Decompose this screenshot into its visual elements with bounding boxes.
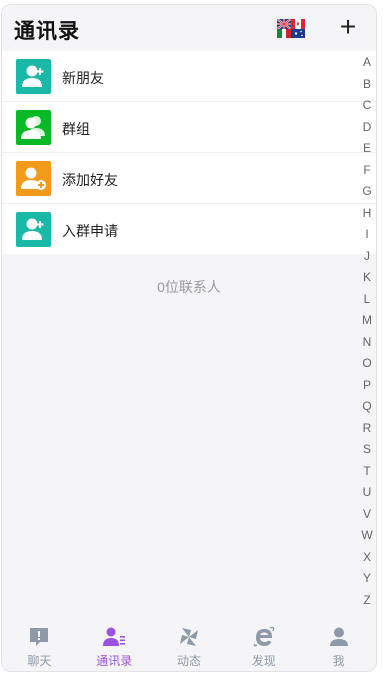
alphabet-index[interactable]: ABCDEFGHIJKLMNOPQRSTUVWXYZ [358, 52, 376, 611]
alphabet-letter[interactable]: S [358, 439, 376, 461]
menu-item-groups[interactable]: 群组 [2, 102, 376, 153]
menu-item-new-friends[interactable]: 新朋友 [2, 51, 376, 102]
tab-discover[interactable]: 发现 [226, 619, 301, 671]
alphabet-letter[interactable]: M [358, 310, 376, 332]
tab-contacts[interactable]: 通讯录 [77, 619, 152, 671]
alphabet-letter[interactable]: C [358, 95, 376, 117]
tab-bar: 聊天 通讯录 动态 发现 我 [2, 619, 376, 671]
page-title: 通讯录 [14, 20, 80, 43]
alphabet-letter[interactable]: P [358, 375, 376, 397]
alphabet-letter[interactable]: L [358, 289, 376, 311]
alphabet-letter[interactable]: R [358, 418, 376, 440]
moments-icon [152, 625, 227, 649]
alphabet-letter[interactable]: I [358, 224, 376, 246]
alphabet-letter[interactable]: W [358, 525, 376, 547]
tab-label: 发现 [251, 654, 276, 668]
app-screen: 通讯录 + 新朋友 群组 添加好友 入群申请 0位联系人 A B C D E F… [1, 4, 377, 672]
alphabet-letter[interactable]: J [358, 246, 376, 268]
menu-label: 添加好友 [62, 172, 118, 188]
alphabet-letter[interactable]: D [358, 117, 376, 139]
alphabet-letter[interactable]: Q [358, 396, 376, 418]
tab-label: 动态 [176, 654, 201, 668]
menu-label: 群组 [62, 121, 90, 137]
new-friend-icon [16, 59, 51, 94]
contact-count: 0位联系人 [157, 279, 221, 295]
alphabet-letter[interactable]: H [358, 203, 376, 225]
tab-chat[interactable]: 聊天 [2, 619, 77, 671]
group-icon [16, 110, 51, 145]
alphabet-letter[interactable]: X [358, 547, 376, 569]
alphabet-letter[interactable]: E [358, 138, 376, 160]
alphabet-letter[interactable]: K [358, 267, 376, 289]
contacts-icon [77, 625, 152, 649]
header: 通讯录 + [2, 5, 376, 51]
menu-label: 新朋友 [62, 70, 104, 86]
alphabet-letter[interactable]: T [358, 461, 376, 483]
tab-label: 通讯录 [96, 654, 133, 668]
chat-icon [2, 625, 77, 649]
alphabet-letter[interactable]: N [358, 332, 376, 354]
contacts-menu: 新朋友 群组 添加好友 入群申请 [2, 51, 376, 254]
tab-moments[interactable]: 动态 [152, 619, 227, 671]
alphabet-letter[interactable]: O [358, 353, 376, 375]
alphabet-letter[interactable]: B [358, 74, 376, 96]
menu-label: 入群申请 [62, 223, 118, 239]
alphabet-letter[interactable]: V [358, 504, 376, 526]
tab-me[interactable]: 我 [301, 619, 376, 671]
alphabet-letter[interactable]: U [358, 482, 376, 504]
menu-item-group-requests[interactable]: 入群申请 [2, 204, 376, 254]
alphabet-letter[interactable]: G [358, 181, 376, 203]
add-button[interactable]: + [336, 13, 360, 41]
menu-item-add-friend[interactable]: 添加好友 [2, 153, 376, 204]
group-request-icon [16, 212, 51, 247]
tab-label: 聊天 [27, 654, 52, 668]
me-icon [301, 625, 376, 649]
alphabet-letter[interactable]: Y [358, 568, 376, 590]
alphabet-letter[interactable]: F [358, 160, 376, 182]
tab-label: 我 [332, 654, 345, 668]
discover-icon [226, 625, 301, 649]
add-friend-icon [16, 161, 51, 196]
alphabet-letter[interactable]: Z [358, 590, 376, 612]
language-flag-icon[interactable] [276, 18, 305, 38]
alphabet-letter[interactable]: A [358, 52, 376, 74]
